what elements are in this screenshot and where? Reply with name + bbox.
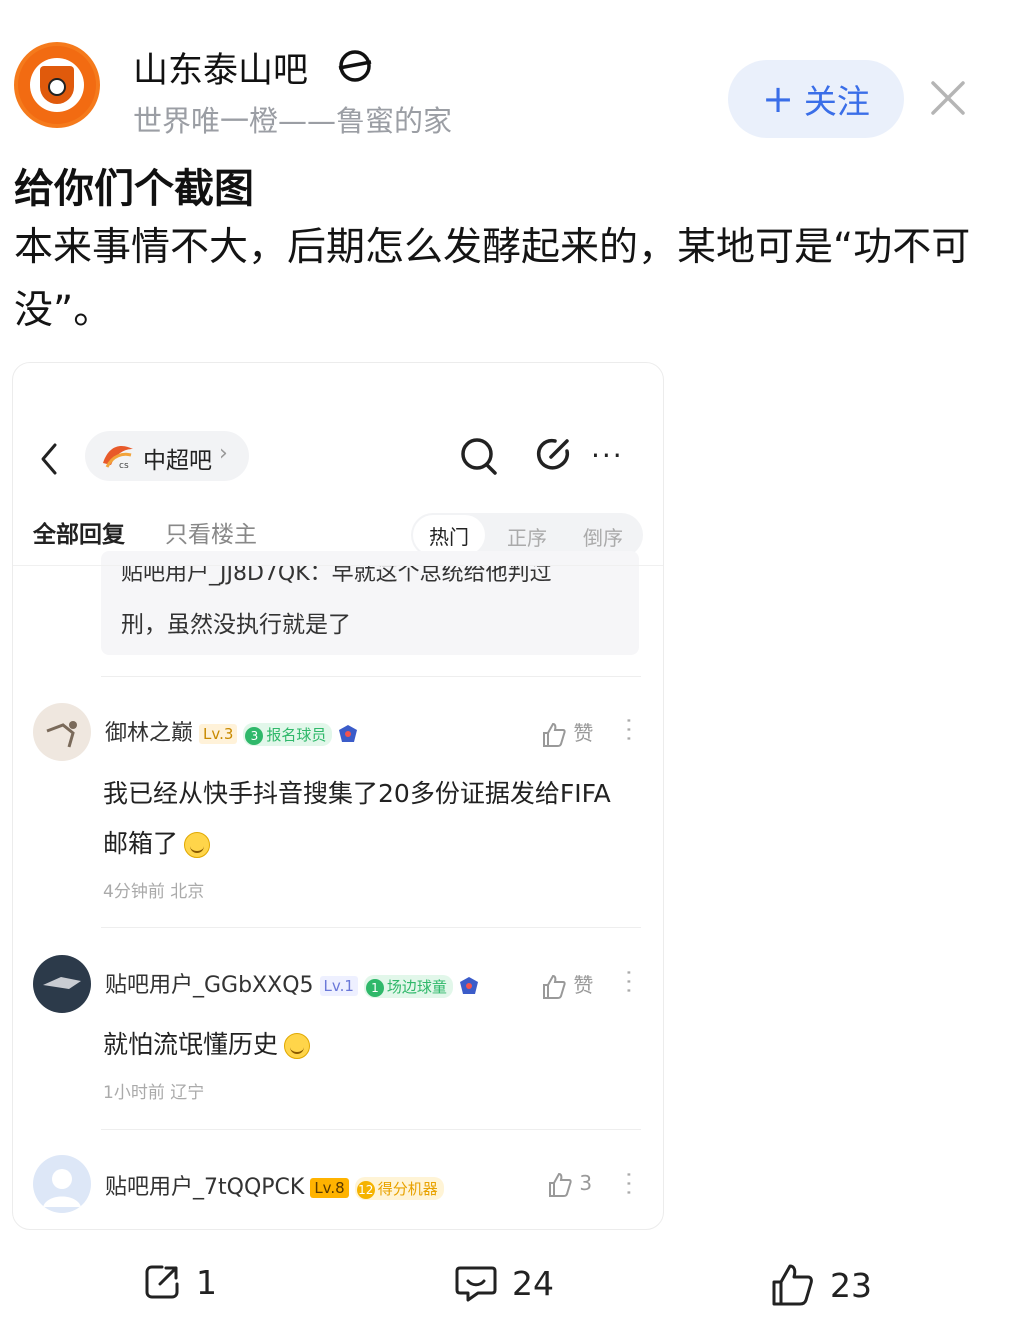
thumb-up-icon bbox=[543, 974, 566, 999]
tab-all-replies: 全部回复 bbox=[33, 522, 125, 548]
like-button: 赞 bbox=[541, 717, 593, 748]
like-button: 3 bbox=[547, 1171, 592, 1198]
comment-meta: 4分钟前 北京 bbox=[103, 882, 205, 902]
more-icon: ··· bbox=[591, 439, 624, 472]
comment-meta: 1小时前 辽宁 bbox=[103, 1083, 205, 1103]
search-icon bbox=[461, 438, 497, 475]
default-avatar-icon bbox=[43, 1169, 81, 1207]
thumb-up-icon bbox=[543, 722, 566, 747]
chevron-right-icon: › bbox=[219, 441, 228, 466]
forum-logo[interactable] bbox=[14, 42, 100, 128]
badge-label: 得分机器 bbox=[377, 1179, 438, 1198]
comment-user-3: 贴吧用户_7tQQPCK Lv.8 12 得分机器 bbox=[105, 1169, 444, 1201]
level-badge: Lv.1 bbox=[319, 976, 358, 996]
fan-badge-icon bbox=[459, 977, 478, 994]
sort-hot: 热门 bbox=[413, 515, 485, 555]
divider bbox=[101, 676, 641, 677]
member-badge: 3 报名球员 bbox=[243, 722, 333, 746]
follow-button[interactable]: + 关注 bbox=[728, 60, 904, 138]
more-options-icon: ··· bbox=[615, 1171, 640, 1198]
like-button: 赞 bbox=[541, 969, 593, 1000]
avatar bbox=[33, 703, 91, 761]
header-divider bbox=[13, 565, 663, 566]
comment-button[interactable]: 24 bbox=[454, 1262, 554, 1304]
avatar-figure-icon bbox=[46, 721, 77, 748]
divider bbox=[101, 1129, 641, 1130]
comment-text-line: 邮箱了 bbox=[103, 819, 211, 869]
member-badge: 12 得分机器 bbox=[354, 1176, 444, 1200]
avatar bbox=[33, 955, 91, 1013]
like-count: 23 bbox=[830, 1265, 872, 1305]
more-options-icon: ··· bbox=[615, 717, 640, 744]
back-arrow-icon bbox=[41, 443, 57, 475]
level-badge: Lv.8 bbox=[310, 1178, 349, 1198]
badge-number: 12 bbox=[356, 1180, 375, 1199]
comment-text-line: 就怕流氓懂历史 bbox=[103, 1020, 311, 1070]
username: 贴吧用户_GGbXXQ5 bbox=[105, 973, 314, 998]
svg-text:cs: cs bbox=[119, 461, 129, 471]
forum-pill-label: 中超吧 bbox=[143, 448, 212, 474]
forum-pill: cs 中超吧 › bbox=[85, 431, 249, 481]
username: 御林之巅 bbox=[105, 721, 194, 746]
share-count: 1 bbox=[196, 1262, 217, 1302]
quoted-reply: 贴吧用户_JJ8D7QK：早就这个总统给他判过 刑，虽然没执行就是了 bbox=[101, 551, 639, 655]
badge-number: 1 bbox=[365, 978, 384, 997]
forum-subtitle: 世界唯一橙——鲁蜜的家 bbox=[133, 104, 453, 138]
plus-icon: + bbox=[762, 77, 794, 121]
tab-host-only: 只看楼主 bbox=[165, 522, 257, 548]
comment-user-2: 贴吧用户_GGbXXQ5 Lv.1 1 场边球童 bbox=[105, 967, 479, 999]
level-badge: Lv.3 bbox=[199, 724, 238, 744]
more-options-icon: ··· bbox=[615, 969, 640, 996]
share-button[interactable]: 1 bbox=[142, 1262, 217, 1302]
sort-asc: 正序 bbox=[507, 526, 547, 550]
quoted-reply-text: 刑，虽然没执行就是了 bbox=[121, 612, 351, 638]
forum-name[interactable]: 山东泰山吧 bbox=[133, 42, 308, 93]
username: 贴吧用户_7tQQPCK bbox=[105, 1175, 305, 1200]
thumb-up-icon bbox=[549, 1172, 572, 1197]
badge-label: 场边球童 bbox=[386, 977, 447, 996]
sort-desc: 倒序 bbox=[583, 526, 623, 550]
avatar bbox=[33, 1155, 91, 1213]
screenshot-image[interactable]: cs 中超吧 › ··· 全部回复 只看楼主 热门 正序 倒序 贴吧用户_JJ8… bbox=[12, 362, 664, 1230]
close-icon[interactable] bbox=[928, 78, 968, 118]
badge-label: 报名球员 bbox=[266, 725, 327, 744]
comment-text: 邮箱了 bbox=[103, 829, 179, 858]
post-title: 给你们个截图 bbox=[14, 166, 254, 212]
comment-text-line: 我已经从快手抖音搜集了20多份证据发给FIFA bbox=[103, 779, 611, 808]
like-post-button[interactable]: 23 bbox=[770, 1262, 872, 1308]
divider bbox=[101, 927, 641, 928]
avatar-figure-icon bbox=[43, 977, 81, 989]
comment-user-1: 御林之巅 Lv.3 3 报名球员 bbox=[105, 715, 358, 747]
logo-badge-icon bbox=[30, 58, 84, 112]
comment-text: 就怕流氓懂历史 bbox=[103, 1030, 279, 1059]
csl-logo-icon: cs bbox=[103, 445, 133, 471]
like-label: 赞 bbox=[573, 721, 594, 745]
comment-icon bbox=[455, 1266, 497, 1302]
like-label: 赞 bbox=[573, 973, 594, 997]
post-body: 本来事情不大，后期怎么发酵起来的，某地可是“功不可没”。 bbox=[14, 225, 971, 333]
grin-emoji-icon bbox=[284, 1033, 311, 1059]
like-count: 3 bbox=[579, 1171, 593, 1195]
smile-emoji-icon bbox=[184, 832, 211, 858]
comment-count: 24 bbox=[512, 1263, 554, 1303]
badge-number: 3 bbox=[245, 726, 264, 745]
fan-badge-icon bbox=[339, 725, 358, 742]
quoted-reply-cut-line: 贴吧用户_JJ8D7QK：早就这个总统给他判过 bbox=[121, 561, 552, 586]
thumb-up-icon bbox=[772, 1264, 813, 1306]
forum-planet-icon bbox=[338, 50, 372, 82]
share-icon bbox=[145, 1265, 179, 1299]
edit-icon bbox=[536, 438, 570, 470]
member-badge: 1 场边球童 bbox=[363, 974, 453, 998]
follow-label: 关注 bbox=[803, 82, 870, 121]
